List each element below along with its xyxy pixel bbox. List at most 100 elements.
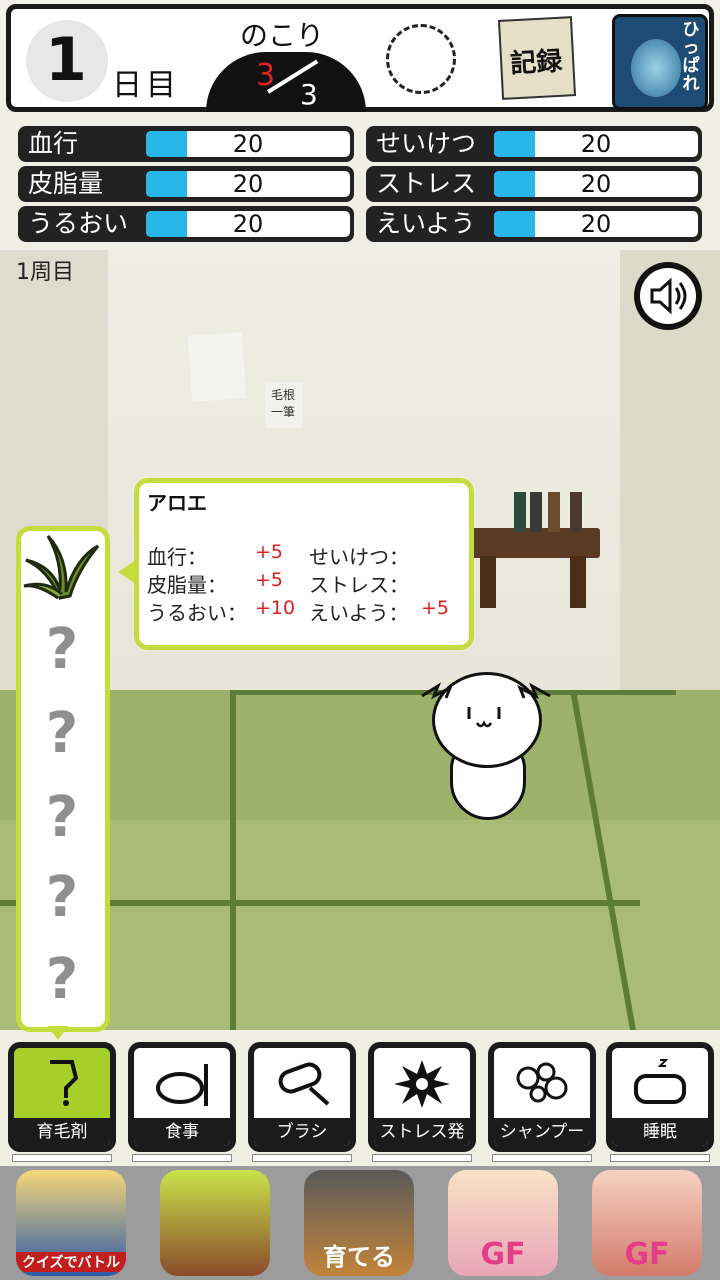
stat-bar: 20 [494,131,698,157]
stat-label: せいけつ [376,129,477,158]
ad-app-icon[interactable]: GF [592,1170,702,1276]
bubbles-icon [516,1062,568,1103]
locked-item-slot[interactable]: ? [40,788,84,848]
effect-label: えいよう： [309,601,409,625]
speaker-icon [640,268,696,324]
panel-pointer [48,1026,68,1040]
action-hair-tonic[interactable]: 育毛剤 [8,1042,116,1152]
ad-label: GF [624,1237,670,1272]
stat-label: うるおい [28,209,129,238]
stat-bar: 20 [494,211,698,237]
aloe-icon [23,534,100,600]
action-brush[interactable]: ブラシ [248,1042,356,1152]
action-label: シャンプー [494,1118,590,1146]
action-sleep[interactable]: 睡眠 [606,1042,714,1152]
action-underline [610,1154,710,1162]
mascot-face-icon [463,701,515,738]
record-button[interactable]: 記録 [497,16,577,100]
stat-cleanliness: せいけつ 20 [366,126,702,162]
action-underline [12,1154,112,1162]
book [514,492,526,532]
book [570,492,582,532]
stat-label: えいよう [376,209,476,238]
effect-label: ストレス： [309,573,409,597]
effect-label: 血行： [147,545,207,569]
ad-app-icon[interactable] [160,1170,270,1276]
locked-item-slot[interactable]: ? [40,704,84,764]
locked-item-slot[interactable]: ? [40,868,84,928]
action-label: ストレス発散 [374,1118,470,1146]
pillow-icon [634,1059,686,1104]
pull-button[interactable]: ひっぱれ [612,14,708,110]
aloe-item-button[interactable] [18,530,104,604]
action-underline [372,1154,472,1162]
ad-label: GF [480,1237,526,1272]
action-underline [252,1154,352,1162]
table-leg [480,556,496,608]
effect-value: +5 [255,541,284,563]
action-label: 睡眠 [612,1118,708,1146]
effect-value: +5 [421,597,450,619]
ad-label: クイズでバトル [16,1252,126,1272]
remaining-total: 3 [300,78,318,111]
stat-label: ストレス [376,169,477,198]
stat-stress: ストレス 20 [366,166,702,202]
stat-moisture: うるおい 20 [18,206,354,242]
wall-paper-note-small: 毛根一筆 [265,382,303,428]
paper-text: 毛根一筆 [271,388,296,419]
stat-nutrition: えいよう 20 [366,206,702,242]
day-label: 日目 [112,68,180,103]
tooltip-title: アロエ [147,491,207,515]
burst-icon [394,1060,450,1108]
plate-icon [156,1064,208,1106]
effect-label: うるおい： [147,601,247,625]
stat-label: 皮脂量 [28,169,104,198]
action-label: 食事 [134,1118,230,1146]
brush-icon [278,1062,330,1106]
day-number: 1 [45,25,87,95]
stat-sebum: 皮脂量 20 [18,166,354,202]
stat-blood-flow: 血行 20 [18,126,354,162]
effect-label: せいけつ： [309,545,409,569]
locked-item-slot[interactable]: ? [40,950,84,1010]
stat-value: 20 [232,171,264,197]
stat-bar: 20 [494,171,698,197]
action-underline [132,1154,232,1162]
stat-bar: 20 [146,171,350,197]
book [548,492,560,532]
ad-app-icon[interactable]: クイズでバトル [16,1170,126,1276]
action-label: 育毛剤 [14,1118,110,1146]
character-portrait-icon [631,39,681,97]
ad-app-icon[interactable]: 育てる [304,1170,414,1276]
table-leg [570,556,586,608]
lap-label: 1周目 [16,260,74,285]
ad-app-icon[interactable]: GF [448,1170,558,1276]
stat-bar: 20 [146,211,350,237]
action-label: ブラシ [254,1118,350,1146]
stat-value: 20 [232,131,264,157]
mascot-hair-tufts [420,682,554,702]
pull-label: ひっぱれ [682,20,700,94]
empty-slot-circle [386,24,456,94]
low-table [470,528,600,558]
action-meal[interactable]: 食事 [128,1042,236,1152]
stat-value: 20 [580,171,612,197]
action-underline [492,1154,592,1162]
tatami-seam [230,690,236,1030]
effect-value: +10 [255,597,296,619]
stat-value: 20 [580,131,612,157]
locked-item-slot[interactable]: ? [40,620,84,680]
stat-label: 血行 [28,129,79,158]
sound-toggle-button[interactable] [634,262,702,330]
effect-value: +5 [255,569,284,591]
item-effect-tooltip: アロエ 血行： +5 せいけつ： 皮脂量： +5 ストレス： うるおい： +10… [134,478,474,650]
ad-label: 育てる [323,1243,395,1271]
bottle-icon [50,1060,79,1106]
action-stress-relief[interactable]: ストレス発散 [368,1042,476,1152]
action-shampoo[interactable]: シャンプー [488,1042,596,1152]
stat-bar: 20 [146,131,350,157]
remaining-label: のこり [240,19,325,52]
stat-value: 20 [580,211,612,237]
effect-label: 皮脂量： [147,573,227,597]
book [530,492,542,532]
